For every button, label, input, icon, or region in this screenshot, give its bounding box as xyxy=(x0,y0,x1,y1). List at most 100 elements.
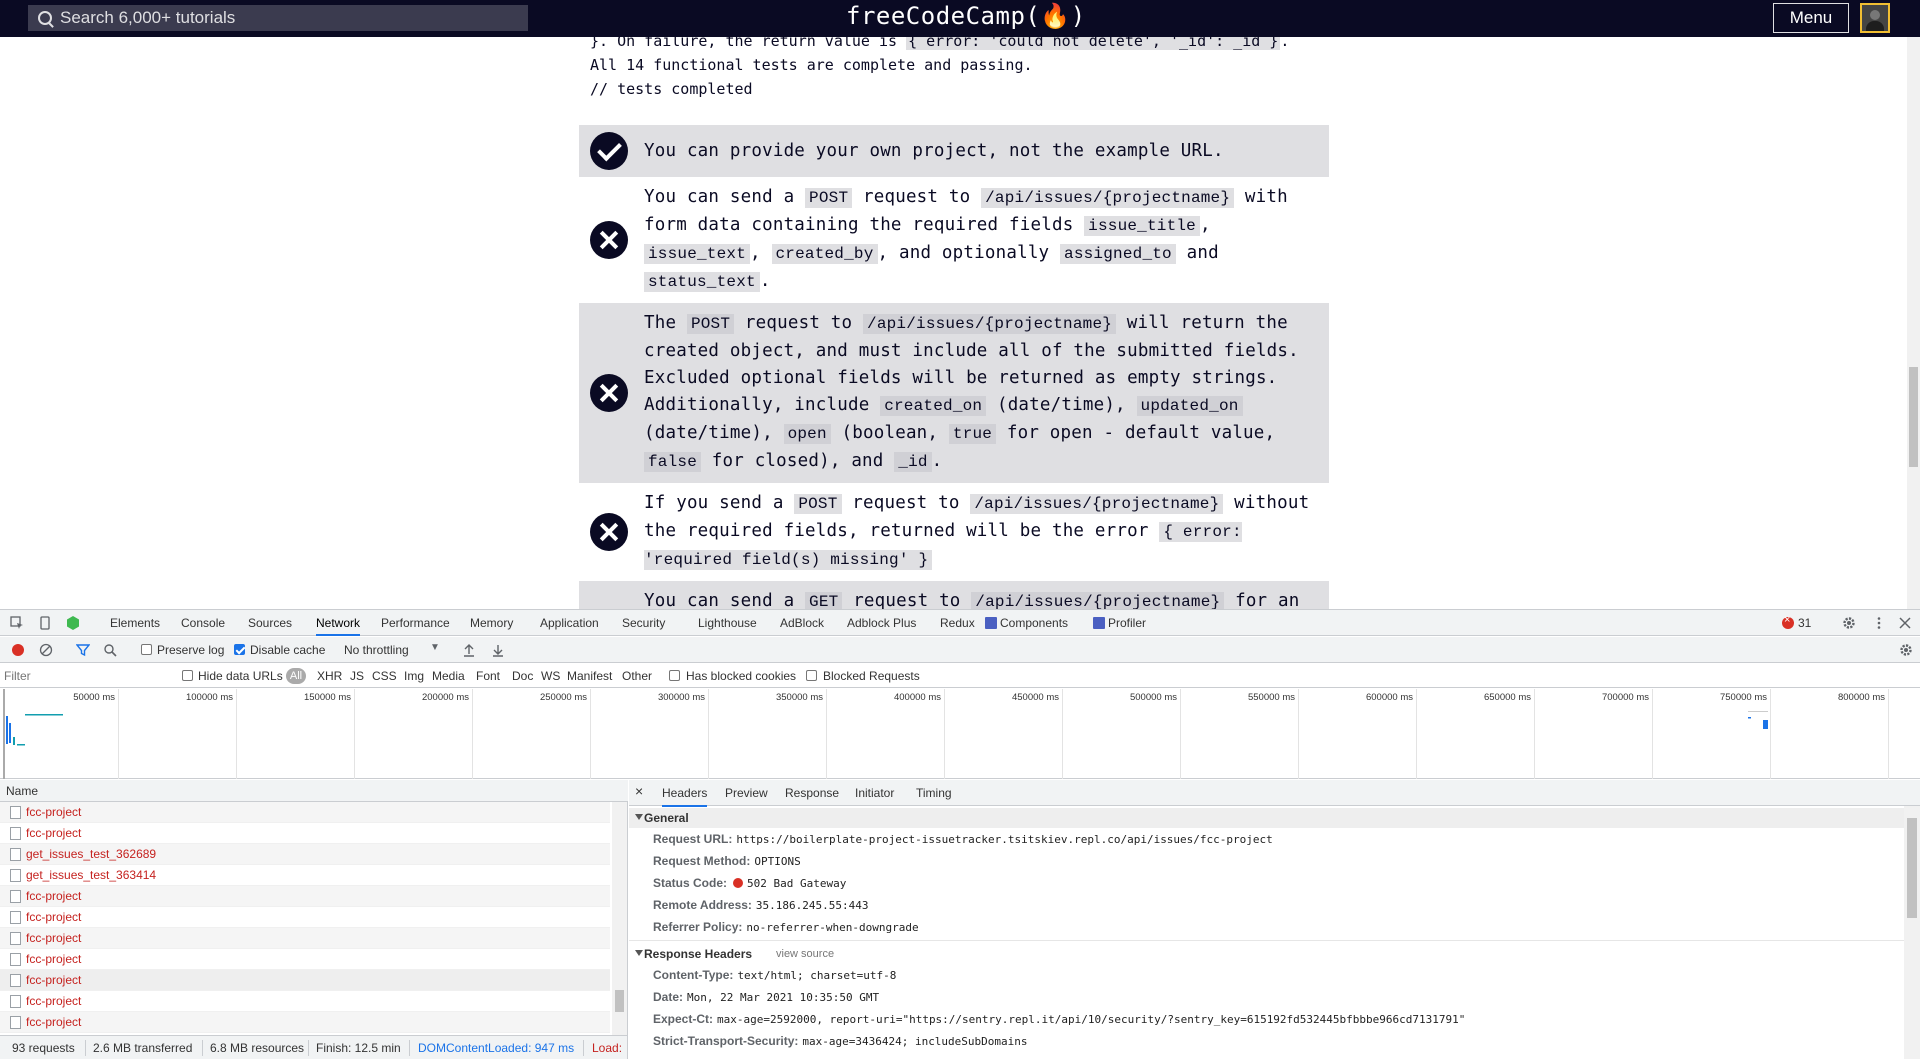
inline-code: false xyxy=(644,452,702,472)
header-value: OPTIONS xyxy=(754,855,801,868)
tab-profiler[interactable]: Profiler xyxy=(1108,610,1146,636)
table-row[interactable]: get_issues_test_362689 xyxy=(0,844,610,865)
search-box[interactable]: Search 6,000+ tutorials xyxy=(28,5,528,31)
clear-icon[interactable] xyxy=(39,643,53,657)
has-blocked-cookies-checkbox[interactable] xyxy=(669,670,680,681)
detail-tab-initiator[interactable]: Initiator xyxy=(855,786,894,800)
test-item: You can send a POST request to /api/issu… xyxy=(579,177,1329,303)
network-settings-icon[interactable] xyxy=(1899,643,1913,657)
tab-adblock-plus[interactable]: Adblock Plus xyxy=(847,610,916,636)
tab-sources[interactable]: Sources xyxy=(248,610,292,636)
tab-components[interactable]: Components xyxy=(1000,610,1068,636)
filter-type-media[interactable]: Media xyxy=(432,669,465,683)
filter-bar: Hide data URLs All XHR JS CSS Img Media Font D… xyxy=(0,664,1920,688)
timeline-overview[interactable]: 50000 ms 100000 ms 150000 ms 200000 ms 25000… xyxy=(0,689,1920,779)
document-icon xyxy=(10,995,21,1008)
tab-elements[interactable]: Elements xyxy=(110,610,160,636)
filter-type-doc[interactable]: Doc xyxy=(512,669,533,683)
table-row[interactable]: fcc-project xyxy=(0,928,610,949)
gear-icon[interactable] xyxy=(1842,616,1856,630)
request-name: fcc-project xyxy=(26,805,82,819)
test-text-fragment: , xyxy=(750,243,772,263)
timeline-tick-label: 50000 ms xyxy=(73,692,115,703)
blocked-requests-checkbox[interactable] xyxy=(806,670,817,681)
request-list-header[interactable]: Name xyxy=(0,780,628,802)
detail-tab-preview[interactable]: Preview xyxy=(725,786,768,800)
table-row[interactable]: fcc-project xyxy=(0,970,610,991)
throttling-select[interactable]: No throttling xyxy=(344,643,409,657)
more-vert-icon[interactable] xyxy=(1872,616,1886,630)
filter-type-js[interactable]: JS xyxy=(350,669,364,683)
page-scrollbar[interactable] xyxy=(1907,37,1920,609)
error-count-badge[interactable]: 31 xyxy=(1782,614,1811,630)
detail-scrollbar[interactable] xyxy=(1904,806,1920,1059)
filter-type-img[interactable]: Img xyxy=(404,669,424,683)
document-icon xyxy=(10,932,21,945)
filter-type-css[interactable]: CSS xyxy=(372,669,397,683)
table-row[interactable]: fcc-project xyxy=(0,886,610,907)
tab-redux[interactable]: Redux xyxy=(940,610,975,636)
detail-tab-response[interactable]: Response xyxy=(785,786,839,800)
menu-button[interactable]: Menu xyxy=(1773,3,1849,33)
tab-application[interactable]: Application xyxy=(540,610,599,636)
filter-icon[interactable] xyxy=(76,643,90,657)
table-row[interactable]: fcc-project xyxy=(0,907,610,928)
header-row: Remote Address: 35.186.245.55:443 xyxy=(653,898,869,912)
tab-lighthouse[interactable]: Lighthouse xyxy=(698,610,757,636)
preserve-log-checkbox[interactable] xyxy=(141,644,152,655)
view-source-link[interactable]: view source xyxy=(776,948,834,960)
check-circle-icon xyxy=(590,132,628,170)
timeline-tick-label: 800000 ms xyxy=(1837,692,1885,703)
close-detail-icon[interactable]: × xyxy=(635,783,643,799)
tab-network[interactable]: Network xyxy=(316,610,361,636)
close-icon[interactable] xyxy=(1898,616,1912,630)
tab-console[interactable]: Console xyxy=(181,610,225,636)
test-text: If you send a POST request to /api/issue… xyxy=(644,490,1329,574)
header-key: Strict-Transport-Security: xyxy=(653,1034,799,1048)
table-row[interactable]: fcc-project xyxy=(0,991,610,1012)
general-section-header[interactable]: General xyxy=(629,808,1904,828)
timeline-gridline xyxy=(1180,689,1181,779)
filter-type-other[interactable]: Other xyxy=(622,669,652,683)
filter-all-button[interactable]: All xyxy=(286,668,306,684)
fcc-logo[interactable]: freeCodeCamp(🔥) xyxy=(846,2,1086,30)
table-row[interactable]: fcc-project xyxy=(0,802,610,823)
timeline-tick-label: 400000 ms xyxy=(893,692,941,703)
filter-type-ws[interactable]: WS xyxy=(541,669,560,683)
request-list-scrollbar[interactable] xyxy=(612,802,627,1035)
table-row[interactable]: get_issues_test_363414 xyxy=(0,865,610,886)
inspect-icon[interactable] xyxy=(10,616,24,630)
response-headers-section-header[interactable]: Response Headers view source xyxy=(629,944,1904,964)
tab-memory[interactable]: Memory xyxy=(470,610,513,636)
filter-type-xhr[interactable]: XHR xyxy=(317,669,342,683)
hide-data-urls-checkbox[interactable] xyxy=(182,670,193,681)
search-icon[interactable] xyxy=(103,643,117,657)
table-row[interactable]: fcc-project xyxy=(0,823,610,844)
document-icon xyxy=(10,1016,21,1029)
transferred-size: 2.6 MB transferred xyxy=(93,1041,193,1055)
test-text-fragment: (date/time), xyxy=(644,423,784,443)
request-count: 93 requests xyxy=(12,1041,75,1055)
filter-input[interactable] xyxy=(4,667,168,685)
disable-cache-checkbox[interactable] xyxy=(234,644,245,655)
name-column-header: Name xyxy=(6,784,39,798)
detail-tab-timing[interactable]: Timing xyxy=(916,786,952,800)
table-row[interactable]: fcc-project xyxy=(0,949,610,970)
table-row[interactable]: fcc-project xyxy=(0,1012,610,1033)
device-toggle-icon[interactable] xyxy=(38,616,52,630)
search-input[interactable]: Search 6,000+ tutorials xyxy=(60,8,235,28)
vue-devtools-icon[interactable] xyxy=(66,616,80,630)
export-har-icon[interactable] xyxy=(491,643,505,657)
header-value: Mon, 22 Mar 2021 10:35:50 GMT xyxy=(687,991,880,1004)
header-value: 35.186.245.55:443 xyxy=(755,899,869,912)
filter-type-font[interactable]: Font xyxy=(476,669,500,683)
filter-type-manifest[interactable]: Manifest xyxy=(567,669,612,683)
detail-tab-headers[interactable]: Headers xyxy=(662,786,708,807)
request-name: get_issues_test_362689 xyxy=(26,847,157,861)
import-har-icon[interactable] xyxy=(462,643,476,657)
avatar[interactable] xyxy=(1860,3,1890,33)
tab-performance[interactable]: Performance xyxy=(381,610,450,636)
tab-security[interactable]: Security xyxy=(622,610,665,636)
tab-adblock[interactable]: AdBlock xyxy=(780,610,824,636)
record-icon[interactable] xyxy=(11,643,25,657)
